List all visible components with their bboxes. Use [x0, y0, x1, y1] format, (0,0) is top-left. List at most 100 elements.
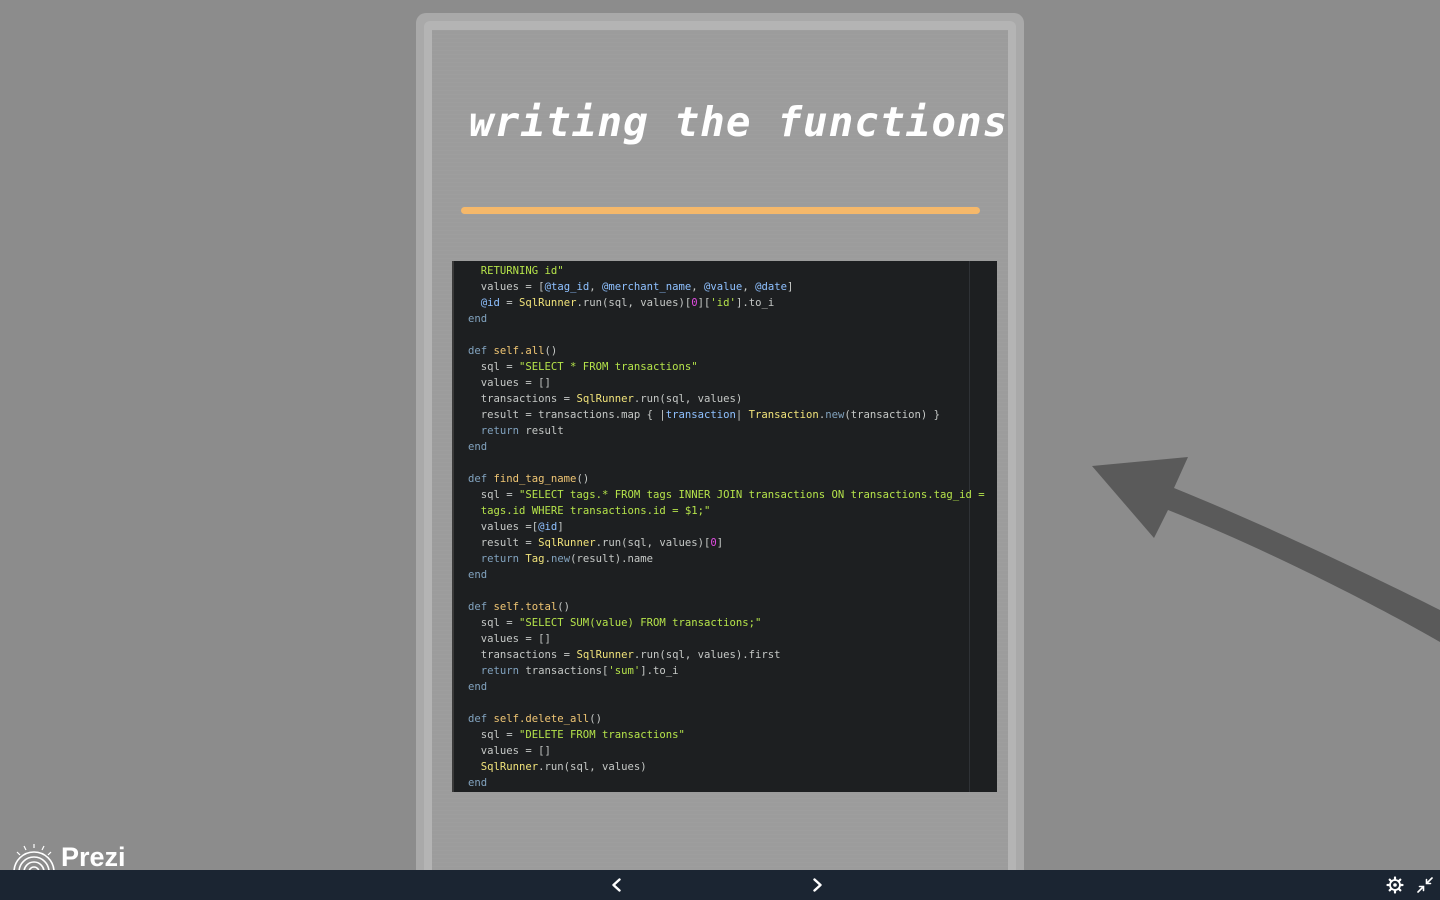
- code-line: @id = SqlRunner.run(sql, values)[0]['id'…: [468, 295, 985, 311]
- prezi-logo-text: Prezi: [61, 841, 126, 871]
- code-token: "SELECT * FROM transactions": [519, 361, 698, 373]
- code-line: sql = "SELECT tags.* FROM tags INNER JOI…: [468, 487, 985, 503]
- code-token: ]: [786, 281, 794, 293]
- code-token: result: [519, 425, 564, 437]
- code-token: sql =: [468, 361, 520, 373]
- code-token: values =: [468, 521, 532, 533]
- code-token: ]: [716, 537, 724, 549]
- code-token: SqlRunner: [576, 649, 634, 661]
- code-token: ].to_i: [640, 665, 679, 677]
- code-token: ,: [742, 281, 756, 293]
- code-line: values = []: [468, 743, 985, 759]
- chevron-left-icon: [612, 878, 621, 892]
- code-token: sql =: [468, 617, 520, 629]
- code-token: SqlRunner: [576, 393, 634, 405]
- code-token: values =: [468, 281, 539, 293]
- code-token: new: [550, 553, 571, 565]
- code-token: @date: [755, 281, 787, 293]
- code-token: @id: [538, 521, 558, 533]
- code-token: self.all: [493, 345, 545, 357]
- settings-button[interactable]: [1380, 870, 1410, 900]
- code-token: end: [468, 441, 488, 453]
- code-line: result = transactions.map { |transaction…: [468, 407, 985, 423]
- code-token: "SELECT SUM(value) FROM transactions;": [519, 617, 762, 629]
- code-token: end: [468, 569, 488, 581]
- code-token: Tag: [525, 553, 545, 565]
- code-line: result = SqlRunner.run(sql, values)[0]: [468, 535, 985, 551]
- code-token: values = []: [468, 745, 551, 757]
- code-token: self.delete_all: [493, 713, 590, 725]
- code-token: end: [468, 777, 488, 789]
- code-line: return result: [468, 423, 985, 439]
- code-token: SqlRunner: [480, 761, 539, 773]
- pointer-arrow-icon: [1092, 457, 1440, 642]
- code-token: 'id': [710, 297, 736, 309]
- code-line: transactions = SqlRunner.run(sql, values…: [468, 647, 985, 663]
- code-line: end: [468, 567, 985, 583]
- code-token: @value: [704, 281, 743, 293]
- code-line: return Tag.new(result).name: [468, 551, 985, 567]
- code-token: return: [480, 553, 526, 565]
- bottom-toolbar: [0, 870, 1440, 900]
- code-line: sql = "SELECT * FROM transactions": [468, 359, 985, 375]
- code-token: values = []: [468, 633, 551, 645]
- code-token: result =: [468, 537, 539, 549]
- slide-title: writing the functions: [469, 98, 1009, 146]
- code-line: values = [@tag_id, @merchant_name, @valu…: [468, 279, 985, 295]
- exit-fullscreen-button[interactable]: [1410, 870, 1440, 900]
- code-token: RETURNING id": [480, 265, 564, 277]
- code-block: RETURNING id" values = [@tag_id, @mercha…: [468, 263, 985, 791]
- code-screenshot: RETURNING id" values = [@tag_id, @mercha…: [452, 261, 997, 792]
- code-line: values =[@id]: [468, 519, 985, 535]
- prezi-brand: Prezi: [12, 842, 126, 870]
- code-token: ].to_i: [735, 297, 775, 309]
- code-token: "DELETE FROM transactions": [519, 729, 685, 741]
- code-token: def: [468, 713, 494, 725]
- code-token: (): [589, 713, 602, 725]
- code-line: values = []: [468, 631, 985, 647]
- code-token: SqlRunner: [538, 537, 596, 549]
- code-token: .run(sql, values): [538, 761, 647, 773]
- code-token: return: [480, 425, 520, 437]
- code-token: transaction: [665, 409, 736, 421]
- code-line: end: [468, 775, 985, 791]
- code-token: @tag_id: [544, 281, 590, 293]
- presentation-canvas[interactable]: writing the functions RETURNING id" valu…: [0, 0, 1440, 870]
- code-token: find_tag_name: [493, 473, 577, 485]
- code-token: self.total: [493, 601, 558, 613]
- code-token: @id: [480, 297, 500, 309]
- code-token: transactions[: [519, 665, 609, 677]
- code-token: (transaction) }: [844, 409, 941, 421]
- code-token: end: [468, 681, 488, 693]
- previous-step-button[interactable]: [602, 870, 632, 900]
- code-line: SqlRunner.run(sql, values): [468, 759, 985, 775]
- code-line: values = []: [468, 375, 985, 391]
- chevron-right-icon: [813, 878, 822, 892]
- code-token: tags.id WHERE transactions.id = $1;": [480, 505, 711, 517]
- code-token: .run(sql, values)[: [595, 537, 711, 549]
- code-token: ,: [691, 281, 705, 293]
- code-token: sql =: [468, 729, 520, 741]
- prezi-logo-icon: [13, 844, 55, 870]
- code-line: def self.delete_all(): [468, 711, 985, 727]
- code-token: .run(sql, values)[: [576, 297, 692, 309]
- code-token: @merchant_name: [601, 281, 692, 293]
- next-step-button[interactable]: [802, 870, 832, 900]
- code-token: ][: [697, 297, 711, 309]
- code-line: sql = "DELETE FROM transactions": [468, 727, 985, 743]
- code-token: end: [468, 313, 488, 325]
- code-line: def find_tag_name(): [468, 471, 985, 487]
- code-token: .run(sql, values).first: [633, 649, 781, 661]
- exit-fullscreen-icon: [1417, 877, 1433, 893]
- code-token: SqlRunner: [519, 297, 577, 309]
- code-token: values = []: [468, 377, 551, 389]
- code-token: def: [468, 473, 494, 485]
- gear-icon: [1386, 876, 1404, 894]
